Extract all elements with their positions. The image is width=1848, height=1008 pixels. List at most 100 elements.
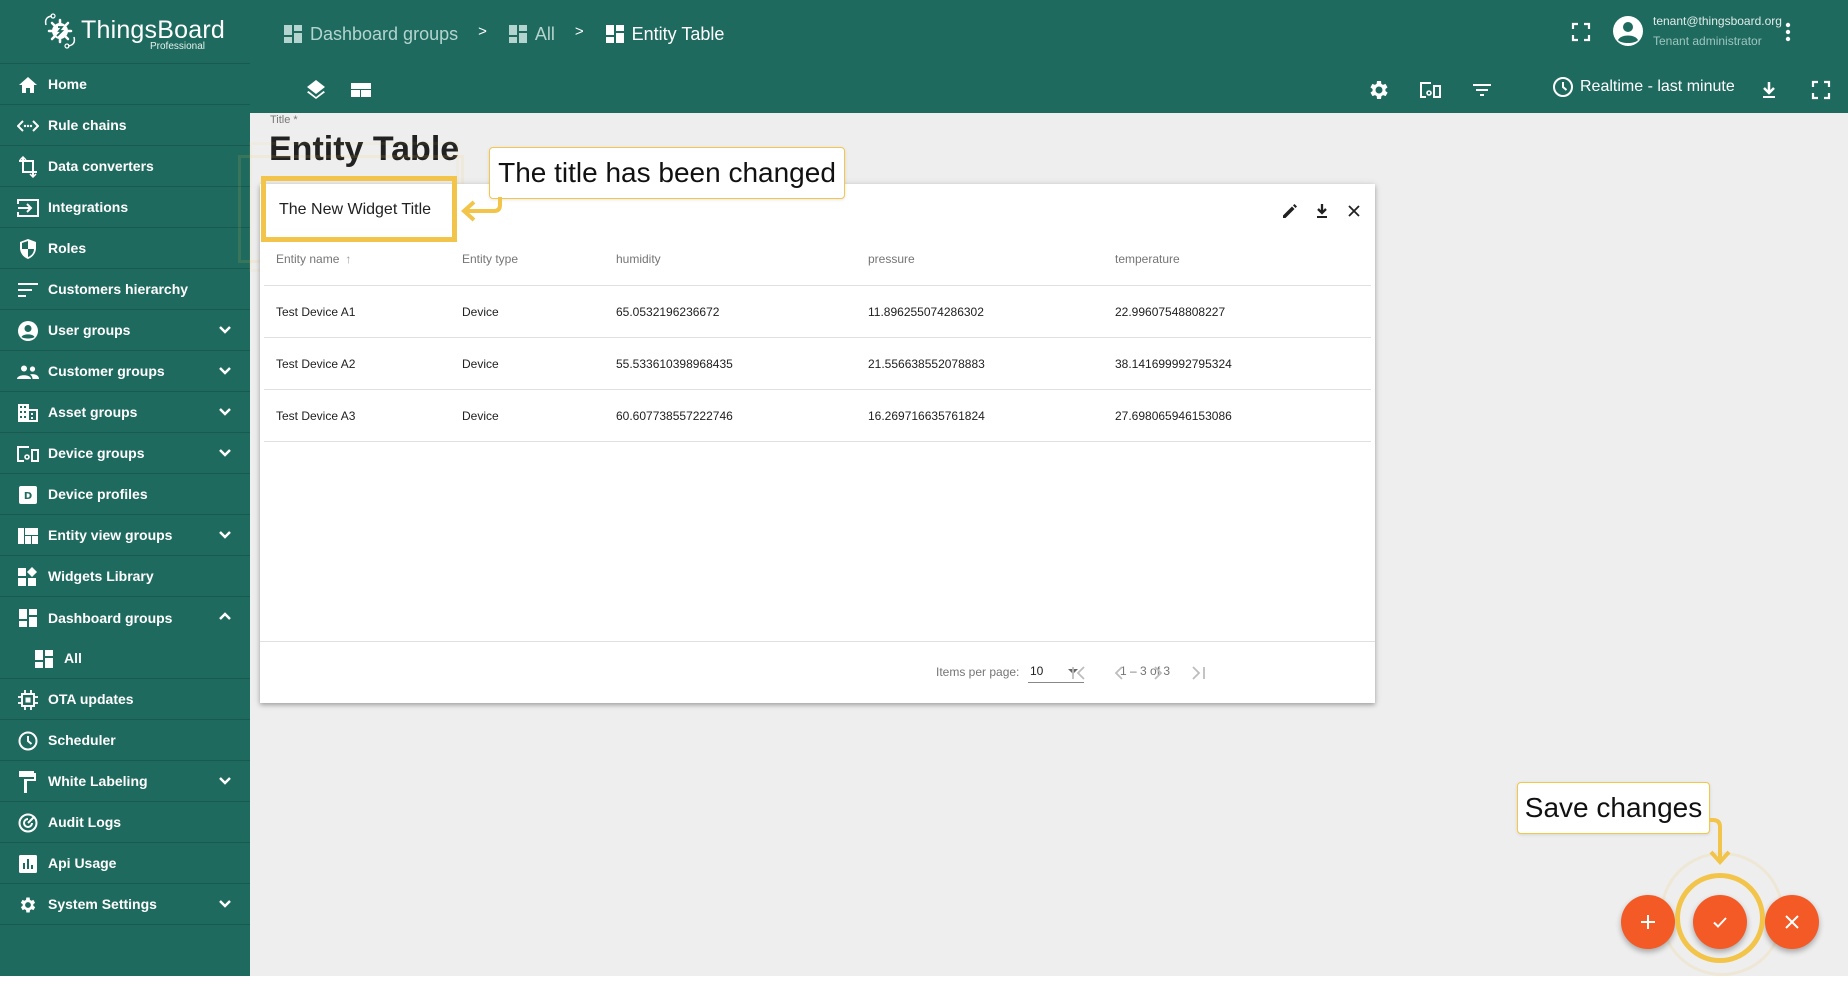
sidebar-item-label: Device groups bbox=[48, 445, 145, 461]
fullscreen-icon[interactable] bbox=[1570, 21, 1592, 43]
sidebar-item-audit-logs[interactable]: Audit Logs bbox=[0, 802, 250, 843]
sidebar-item-system-settings[interactable]: System Settings bbox=[0, 884, 250, 925]
cell-temperature: 22.99607548808227 bbox=[1115, 304, 1226, 319]
chevron-down-icon[interactable] bbox=[216, 772, 234, 790]
people-icon bbox=[17, 361, 39, 383]
sidebar-item-label: Dashboard groups bbox=[48, 609, 173, 626]
insert-chart-icon bbox=[17, 853, 39, 875]
timewindow-button[interactable]: Realtime - last minute bbox=[1552, 76, 1735, 98]
column-header-humidity[interactable]: humidity bbox=[616, 236, 661, 281]
sidebar-item-label: Widgets Library bbox=[48, 568, 154, 584]
more-vert-icon[interactable] bbox=[1785, 21, 1791, 43]
breadcrumb-label: Entity Table bbox=[631, 23, 725, 44]
breadcrumb-item-all[interactable]: All bbox=[508, 23, 555, 45]
fullscreen-icon[interactable] bbox=[1809, 78, 1833, 102]
filter-list-icon[interactable] bbox=[1470, 78, 1494, 102]
sidebar-item-label: Customers hierarchy bbox=[48, 281, 189, 297]
cell-temperature: 27.698065946153086 bbox=[1115, 408, 1232, 423]
sidebar-item-entity-view-groups[interactable]: Entity view groups bbox=[0, 515, 250, 556]
previous-page-icon[interactable] bbox=[1106, 660, 1132, 686]
cell-entity-type: Device bbox=[462, 356, 499, 371]
sidebar-item-integrations[interactable]: Integrations bbox=[0, 187, 250, 228]
sidebar-item-home[interactable]: Home bbox=[0, 64, 250, 105]
sidebar-item-ota-updates[interactable]: OTA updates bbox=[0, 679, 250, 720]
sidebar-item-dashboard-groups-all[interactable]: All bbox=[0, 638, 250, 679]
sidebar-item-api-usage[interactable]: Api Usage bbox=[0, 843, 250, 884]
layers-icon[interactable] bbox=[304, 78, 328, 102]
sidebar-item-customer-groups[interactable]: Customer groups bbox=[0, 351, 250, 392]
breadcrumb-label: All bbox=[534, 23, 555, 44]
sidebar-item-rule-chains[interactable]: Rule chains bbox=[0, 105, 250, 146]
dashboard-icon bbox=[605, 25, 624, 43]
dashboard-title[interactable]: Entity Table bbox=[269, 130, 459, 169]
column-header-pressure[interactable]: pressure bbox=[868, 236, 915, 281]
last-page-icon[interactable] bbox=[1185, 660, 1211, 686]
table-row[interactable]: Test Device A2 Device 55.533610398968435… bbox=[264, 338, 1371, 390]
settings-icon[interactable] bbox=[1367, 78, 1391, 102]
sidebar-item-roles[interactable]: Roles bbox=[0, 228, 250, 269]
items-per-page-value: 10 bbox=[1030, 664, 1044, 678]
sidebar-item-device-profiles[interactable]: D Device profiles bbox=[0, 474, 250, 515]
sidebar: ThingsBoard Professional Home Rule chain… bbox=[0, 0, 250, 976]
table-row[interactable]: Test Device A1 Device 65.0532196236672 1… bbox=[264, 286, 1371, 338]
devices-icon[interactable] bbox=[1418, 78, 1442, 102]
entity-table-widget: The New Widget Title Entity name ↑ Entity… bbox=[260, 184, 1375, 703]
table-row[interactable]: Test Device A3 Device 60.607738557222746… bbox=[264, 390, 1371, 442]
cell-entity-type: Device bbox=[462, 304, 499, 319]
sidebar-item-label: Home bbox=[48, 76, 87, 92]
chevron-down-icon[interactable] bbox=[216, 403, 234, 421]
sidebar-item-asset-groups[interactable]: Asset groups bbox=[0, 392, 250, 433]
chevron-down-icon[interactable] bbox=[216, 895, 234, 913]
sidebar-item-label: Scheduler bbox=[48, 732, 116, 748]
user-email: tenant@thingsboard.org bbox=[1653, 14, 1782, 28]
edit-icon[interactable] bbox=[1279, 200, 1301, 222]
sidebar-item-customers-hierarchy[interactable]: Customers hierarchy bbox=[0, 269, 250, 310]
cell-pressure: 21.556638552078883 bbox=[868, 356, 985, 371]
save-changes-button[interactable] bbox=[1693, 895, 1747, 949]
chevron-down-icon[interactable] bbox=[216, 526, 234, 544]
breadcrumb-item-current: Entity Table bbox=[605, 23, 725, 45]
svg-text:D: D bbox=[24, 491, 32, 502]
download-icon[interactable] bbox=[1757, 78, 1781, 102]
breadcrumb: Dashboard groups > All > Entity Table bbox=[284, 20, 724, 48]
settings-icon bbox=[17, 894, 39, 916]
next-page-icon[interactable] bbox=[1145, 660, 1171, 686]
input-icon bbox=[17, 197, 39, 219]
sidebar-item-label: White Labeling bbox=[48, 773, 148, 789]
chevron-down-icon[interactable] bbox=[216, 362, 234, 380]
sidebar-item-white-labeling[interactable]: White Labeling bbox=[0, 761, 250, 802]
callout-text: The title has been changed bbox=[498, 157, 836, 188]
cell-humidity: 65.0532196236672 bbox=[616, 304, 720, 319]
logo[interactable]: ThingsBoard Professional bbox=[0, 0, 250, 64]
sidebar-item-user-groups[interactable]: User groups bbox=[0, 310, 250, 351]
account-circle-icon bbox=[17, 320, 39, 342]
column-header-temperature[interactable]: temperature bbox=[1115, 236, 1180, 281]
app-root: ThingsBoard Professional Home Rule chain… bbox=[0, 0, 1848, 976]
paginator: Items per page: 10 1 – 3 of 3 bbox=[260, 641, 1375, 703]
widgets-icon bbox=[17, 566, 39, 588]
first-page-icon[interactable] bbox=[1066, 660, 1092, 686]
dashboard-layout-icon[interactable] bbox=[349, 78, 373, 102]
discard-changes-button[interactable] bbox=[1765, 895, 1819, 949]
account-circle-icon[interactable] bbox=[1612, 15, 1644, 47]
widget-actions bbox=[1279, 200, 1365, 222]
column-header-entity-type[interactable]: Entity type bbox=[462, 236, 518, 281]
dashboard-icon bbox=[17, 607, 39, 629]
add-widget-button[interactable] bbox=[1621, 895, 1675, 949]
clock-icon bbox=[1553, 77, 1573, 97]
column-header-entity-name[interactable]: Entity name ↑ bbox=[276, 236, 351, 281]
chevron-up-icon[interactable] bbox=[216, 608, 234, 626]
sidebar-item-label: Api Usage bbox=[48, 855, 117, 871]
sidebar-item-data-converters[interactable]: Data converters bbox=[0, 146, 250, 187]
sidebar-item-dashboard-groups[interactable]: Dashboard groups bbox=[0, 597, 250, 638]
sidebar-item-device-groups[interactable]: Device groups bbox=[0, 433, 250, 474]
chevron-down-icon[interactable] bbox=[216, 444, 234, 462]
close-icon[interactable] bbox=[1343, 200, 1365, 222]
sidebar-item-widgets-library[interactable]: Widgets Library bbox=[0, 556, 250, 597]
sidebar-item-scheduler[interactable]: Scheduler bbox=[0, 720, 250, 761]
chevron-down-icon[interactable] bbox=[216, 321, 234, 339]
sidebar-item-label: Customer groups bbox=[48, 363, 165, 379]
breadcrumb-item-dashboard-groups[interactable]: Dashboard groups bbox=[284, 24, 458, 45]
download-icon[interactable] bbox=[1311, 200, 1333, 222]
entity-table: Entity name ↑ Entity type humidity pressu… bbox=[264, 240, 1371, 442]
